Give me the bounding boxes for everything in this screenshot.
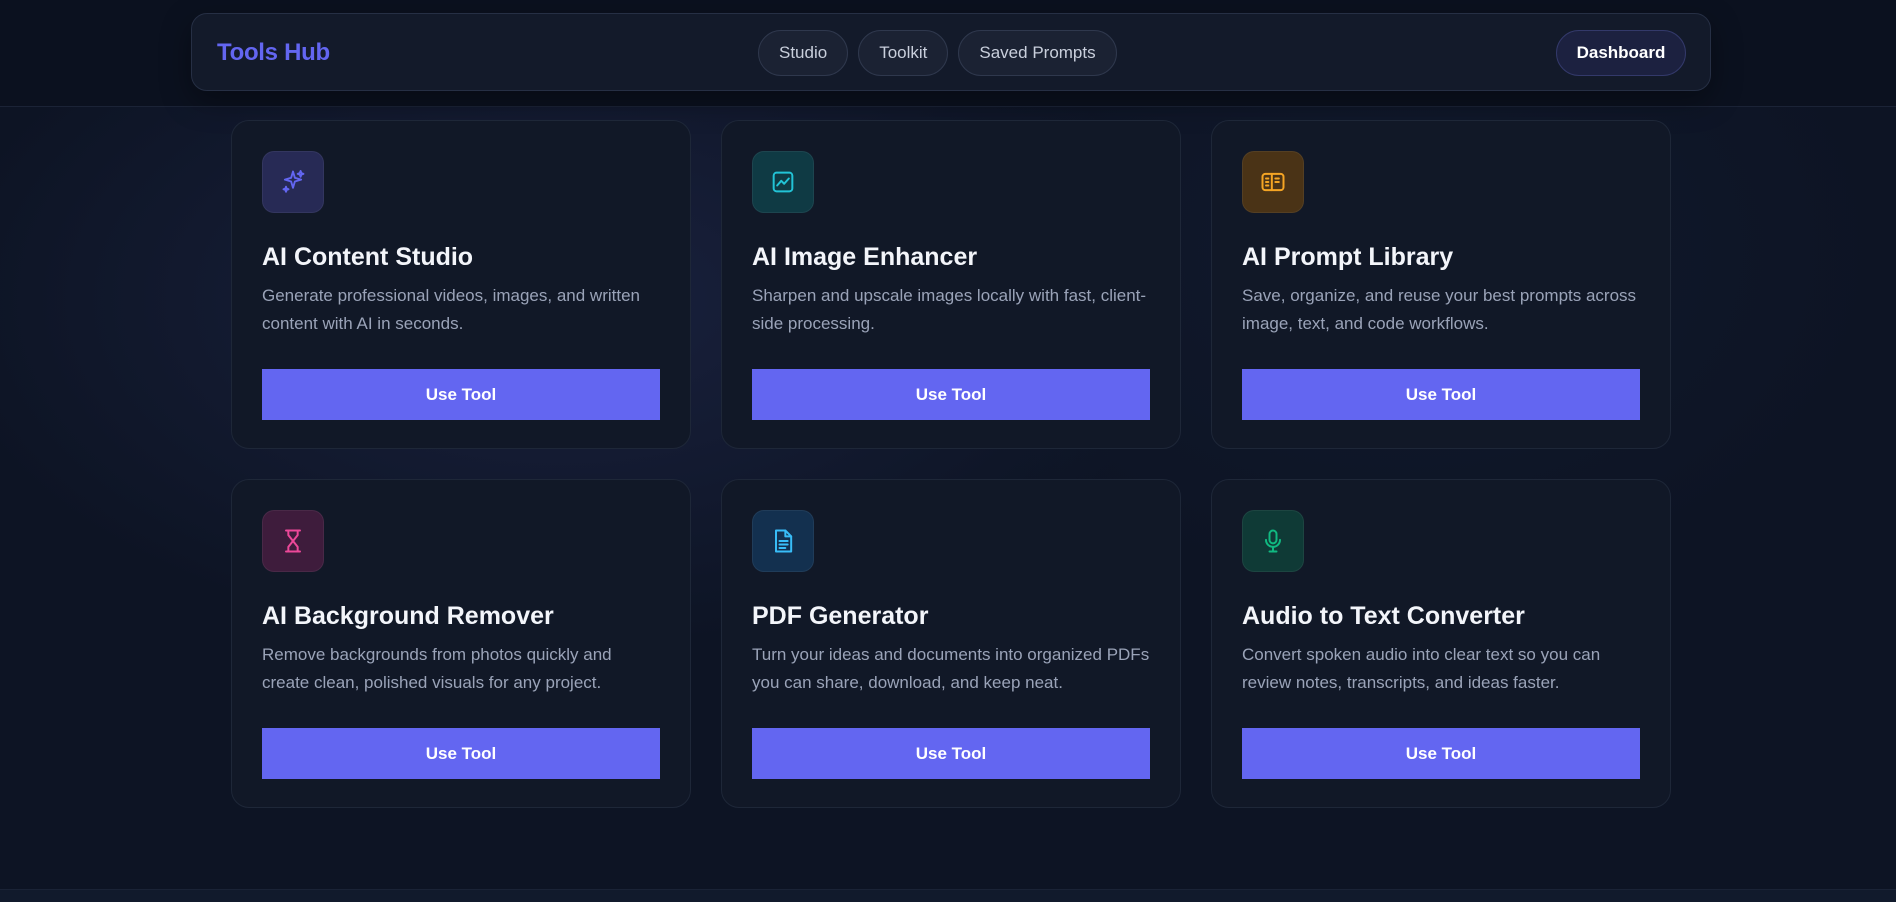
use-tool-button[interactable]: Use Tool xyxy=(752,728,1150,779)
dashboard-button[interactable]: Dashboard xyxy=(1556,30,1686,76)
card-title: PDF Generator xyxy=(752,602,929,630)
card-title: Audio to Text Converter xyxy=(1242,602,1525,630)
use-tool-button[interactable]: Use Tool xyxy=(1242,728,1640,779)
tool-card-content-studio: AI Content Studio Generate professional … xyxy=(231,120,691,449)
use-tool-button[interactable]: Use Tool xyxy=(262,369,660,420)
use-tool-button[interactable]: Use Tool xyxy=(752,369,1150,420)
hourglass-icon xyxy=(262,510,324,572)
card-title: AI Image Enhancer xyxy=(752,243,978,271)
nav-links: Studio Toolkit Saved Prompts xyxy=(758,30,1117,76)
card-description: Save, organize, and reuse your best prom… xyxy=(1242,286,1637,333)
tools-grid: AI Content Studio Generate professional … xyxy=(231,120,1671,808)
document-icon xyxy=(752,510,814,572)
nav-saved-prompts[interactable]: Saved Prompts xyxy=(958,30,1117,76)
tool-card-image-enhancer: AI Image Enhancer Sharpen and upscale im… xyxy=(721,120,1181,449)
page-footer-edge xyxy=(0,889,1896,902)
nav-studio[interactable]: Studio xyxy=(758,30,849,76)
tool-card-prompt-library: AI Prompt Library Save, organize, and re… xyxy=(1211,120,1671,449)
tool-card-audio-to-text: Audio to Text Converter Convert spoken a… xyxy=(1211,479,1671,808)
brand-logo[interactable]: Tools Hub xyxy=(217,14,330,92)
card-title: AI Background Remover xyxy=(262,602,554,630)
tool-card-pdf-generator: PDF Generator Turn your ideas and docume… xyxy=(721,479,1181,808)
nav-toolkit[interactable]: Toolkit xyxy=(858,30,949,76)
card-description: Generate professional videos, images, an… xyxy=(262,286,640,333)
image-chart-icon xyxy=(752,151,814,213)
top-navbar: Tools Hub Studio Toolkit Saved Prompts D… xyxy=(191,13,1711,91)
sparkles-icon xyxy=(262,151,324,213)
microphone-icon xyxy=(1242,510,1304,572)
card-description: Convert spoken audio into clear text so … xyxy=(1242,645,1601,692)
use-tool-button[interactable]: Use Tool xyxy=(262,728,660,779)
use-tool-button[interactable]: Use Tool xyxy=(1242,369,1640,420)
card-description: Turn your ideas and documents into organ… xyxy=(752,645,1150,692)
card-title: AI Content Studio xyxy=(262,243,474,271)
card-description: Remove backgrounds from photos quickly a… xyxy=(262,645,612,692)
card-description: Sharpen and upscale images locally with … xyxy=(752,286,1147,333)
tool-card-background-remover: AI Background Remover Remove backgrounds… xyxy=(231,479,691,808)
library-icon xyxy=(1242,151,1304,213)
card-title: AI Prompt Library xyxy=(1242,243,1454,271)
